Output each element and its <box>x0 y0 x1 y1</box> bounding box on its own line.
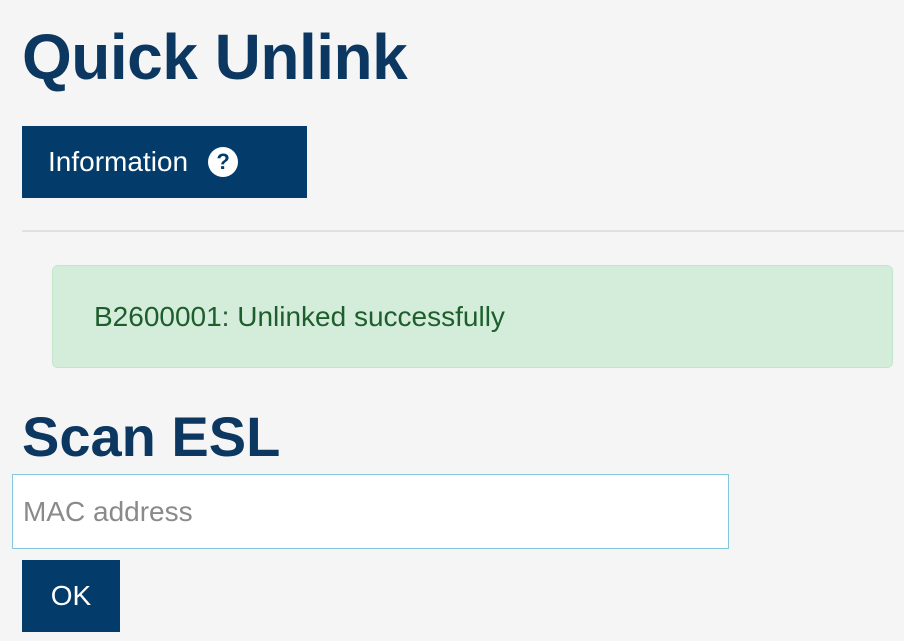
page-title: Quick Unlink <box>22 21 408 93</box>
information-button[interactable]: Information ? <box>22 126 307 198</box>
information-button-label: Information <box>48 146 189 177</box>
scan-esl-title: Scan ESL <box>22 405 281 468</box>
success-alert: B2600001: Unlinked successfully <box>52 265 893 368</box>
alert-message: B2600001: Unlinked successfully <box>94 300 505 332</box>
mac-address-input[interactable] <box>12 474 729 549</box>
ok-button[interactable]: OK <box>22 560 120 632</box>
question-circle-icon: ? <box>208 147 239 177</box>
divider <box>22 230 904 232</box>
